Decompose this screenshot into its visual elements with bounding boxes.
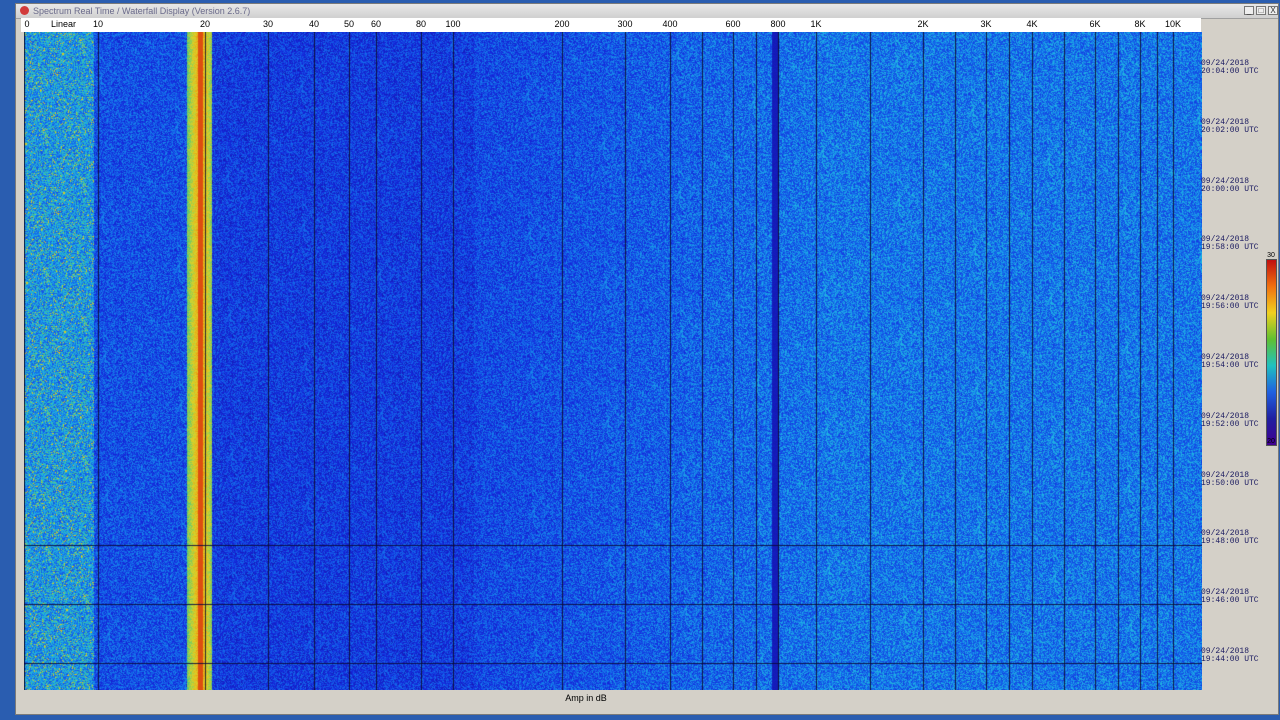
app-icon (20, 6, 29, 15)
timestamp-label: 09/24/2018 19:58:00 UTC (1201, 235, 1259, 253)
freq-tick-label: 300 (617, 19, 633, 29)
freq-tick-label: 400 (662, 19, 678, 29)
freq-tick-label: 8K (1134, 19, 1146, 29)
window-title: Spectrum Real Time / Waterfall Display (… (33, 6, 251, 16)
freq-tick-label: 800 (770, 19, 786, 29)
freq-tick-label: 2K (917, 19, 929, 29)
color-scale-max-label: 30 (1267, 252, 1275, 259)
timestamp-label: 09/24/2018 20:04:00 UTC (1201, 59, 1259, 76)
freq-tick-label: 10K (1164, 19, 1182, 29)
timestamp-label: 09/24/2018 19:48:00 UTC (1201, 529, 1259, 547)
freq-tick-label: 0 (24, 19, 30, 29)
freq-tick-label: 200 (554, 19, 570, 29)
freq-tick-label: 40 (308, 19, 320, 29)
timestamp-label: 09/24/2018 20:02:00 UTC (1201, 117, 1259, 135)
freq-tick-label: 1K (810, 19, 822, 29)
timestamp-label: 09/24/2018 19:44:00 UTC (1201, 647, 1259, 664)
timestamp-label: 09/24/2018 19:52:00 UTC (1201, 411, 1259, 429)
freq-tick-label: 30 (262, 19, 274, 29)
freq-tick-label: 50 (343, 19, 355, 29)
freq-tick-label: 80 (415, 19, 427, 29)
maximize-button[interactable]: □ (1256, 6, 1266, 15)
freq-tick-label: 6K (1089, 19, 1101, 29)
minimize-button[interactable]: _ (1244, 6, 1254, 15)
freq-tick-label: 20 (199, 19, 211, 29)
timestamp-label: 09/24/2018 19:50:00 UTC (1201, 470, 1259, 488)
freq-tick-label: 100 (445, 19, 461, 29)
title-bar[interactable]: Spectrum Real Time / Waterfall Display (… (16, 4, 1278, 19)
timestamp-label: 09/24/2018 20:00:00 UTC (1201, 176, 1259, 194)
x-axis-label: Amp in dB (565, 693, 607, 703)
scale-mode-label: Linear (51, 19, 77, 29)
color-scale-min-label: 20 (1267, 438, 1275, 445)
freq-tick-label: 4K (1026, 19, 1038, 29)
freq-tick-label: 10 (92, 19, 104, 29)
timestamp-label: 09/24/2018 19:54:00 UTC (1201, 353, 1259, 370)
timestamp-label: 09/24/2018 19:46:00 UTC (1201, 588, 1259, 606)
freq-tick-label: 600 (725, 19, 741, 29)
waterfall-plot[interactable] (24, 32, 1202, 690)
spectrum-window: Spectrum Real Time / Waterfall Display (… (15, 3, 1279, 715)
freq-tick-label: 60 (370, 19, 382, 29)
close-button[interactable]: X (1268, 6, 1278, 15)
frequency-axis: Linear 0 10 20 30 40 50 60 80 100 200 300 400 600 800… (21, 18, 1201, 32)
freq-tick-label: 3K (980, 19, 992, 29)
waterfall-canvas[interactable] (24, 32, 1202, 690)
timestamp-label: 09/24/2018 19:56:00 UTC (1201, 294, 1259, 312)
